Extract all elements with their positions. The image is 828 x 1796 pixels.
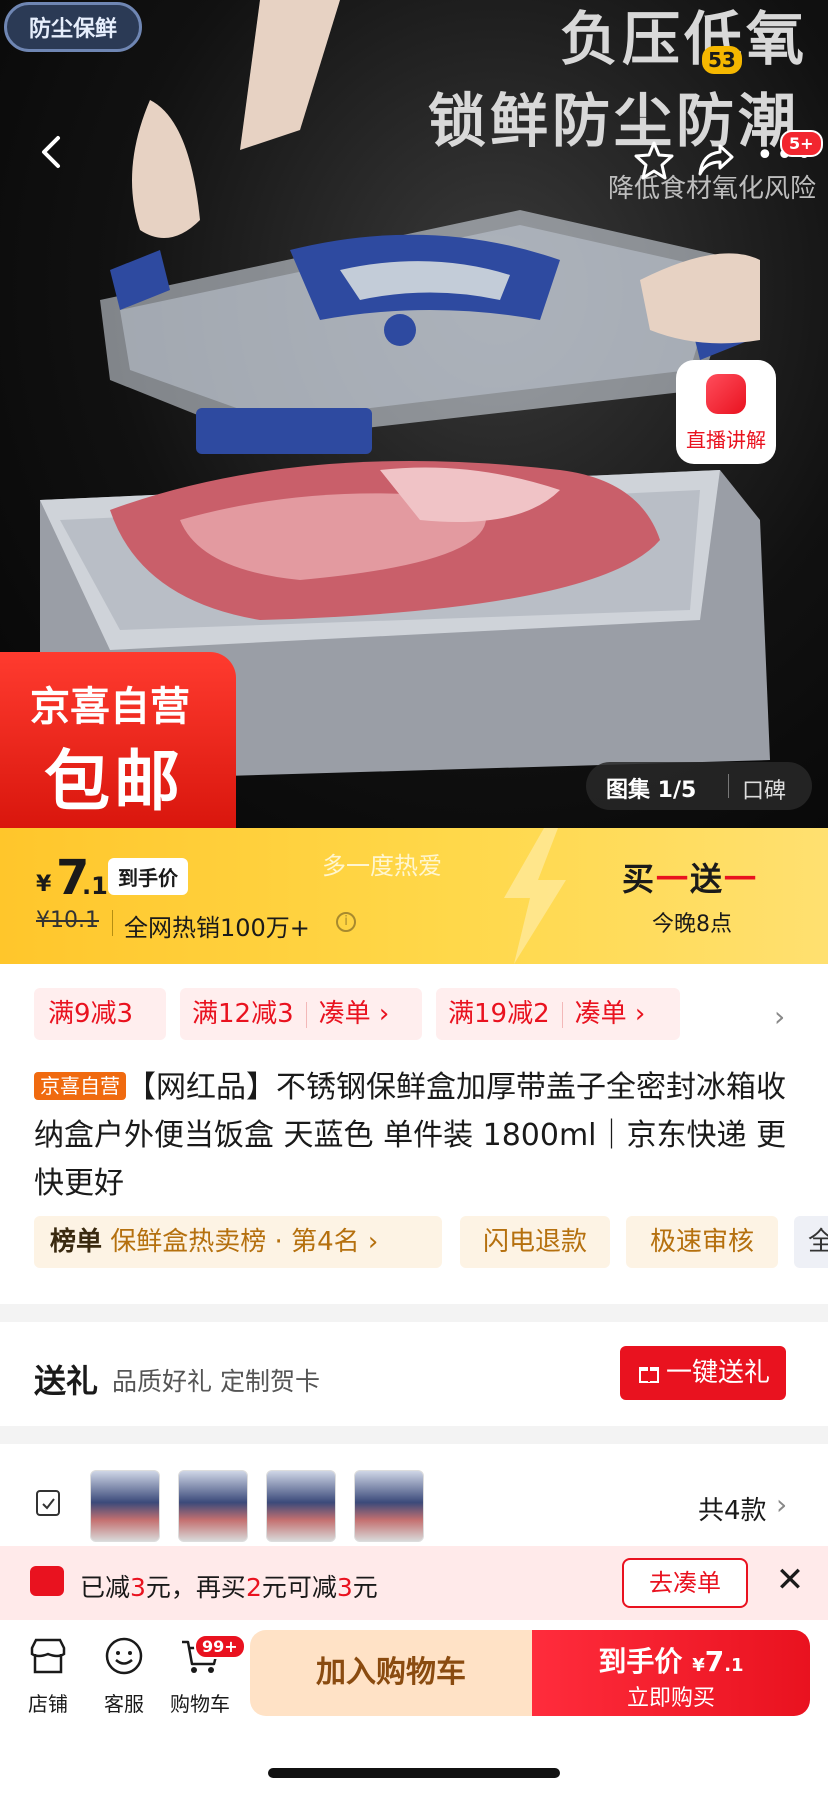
discount-value: 3 <box>336 1573 353 1602</box>
bogo-dash-1: 一 <box>656 860 691 898</box>
hero-headline: 负压低氧 <box>560 5 809 73</box>
add-to-cart-button[interactable]: 加入购物车 <box>250 1630 532 1716</box>
discount-part: 元可减 <box>261 1573 337 1602</box>
ranking-prefix: 榜单 <box>50 1227 103 1257</box>
promo-tag-free-shipping: 包邮 <box>44 743 184 820</box>
variant-thumbnail[interactable] <box>266 1470 336 1542</box>
bogo-start-time: 今晚8点 <box>652 912 732 937</box>
price-currency: ¥ <box>36 872 52 897</box>
feature-badge: 防尘保鲜 <box>4 2 143 52</box>
product-title: 京喜自营 【网红品】不锈钢保鲜盒加厚带盖子全密封冰箱收纳盒户外便当饭盒 天蓝色 单… <box>34 1064 804 1208</box>
ranking-text: 保鲜盒热卖榜 · 第4名 › <box>110 1227 379 1257</box>
product-image-gallery[interactable]: 防尘保鲜 负压低氧 锁鲜防尘防潮 降低食材氧化风险 53 ••• 5+ 直播讲解… <box>0 0 828 828</box>
tab-gallery[interactable]: 图集 1/5 <box>606 772 696 804</box>
coupon-action[interactable]: 凑单 › <box>319 999 390 1029</box>
coupon-ticket-icon <box>30 1566 64 1596</box>
share-icon[interactable] <box>696 140 736 180</box>
send-gift-label: 一键送礼 <box>666 1358 771 1388</box>
info-icon[interactable]: i <box>336 912 356 932</box>
final-price-tag: 到手价 <box>108 858 188 895</box>
hero-headline-2: 锁鲜防尘防潮 <box>428 87 801 155</box>
coupon-1[interactable]: 满9减3 <box>34 988 166 1040</box>
self-operated-promo-tag: 京喜自营 包邮 <box>0 652 236 828</box>
customer-service-button[interactable]: 客服 <box>92 1634 156 1717</box>
buy-now-price: 到手价 ¥7.1 <box>532 1640 810 1680</box>
cart-label: 购物车 <box>170 1692 230 1716</box>
bogo-get: 送 <box>690 860 725 898</box>
buy-price-label: 到手价 <box>598 1645 683 1678</box>
chevron-right-icon[interactable]: › <box>774 1000 794 1033</box>
section-divider <box>0 1304 828 1322</box>
lightning-bolt-icon <box>504 828 566 964</box>
close-icon[interactable]: ✕ <box>774 1563 806 1597</box>
variant-selector-icon <box>36 1490 60 1516</box>
cart-count-badge: 99+ <box>194 1634 246 1659</box>
message-count-badge: 5+ <box>780 130 823 157</box>
buy-one-get-one: 买一送一 <box>622 854 758 900</box>
gift-icon <box>639 1367 659 1383</box>
live-explain-label: 直播讲解 <box>686 428 766 452</box>
ranking-chip[interactable]: 榜单 保鲜盒热卖榜 · 第4名 › <box>34 1216 442 1268</box>
discount-value: 3 <box>130 1573 146 1602</box>
fast-review-chip[interactable]: 极速审核 <box>626 1216 778 1268</box>
coupon-label: 满12减3 <box>192 999 294 1029</box>
buy-price-dec: .1 <box>724 1655 744 1676</box>
coupon-divider <box>305 1001 307 1028</box>
price-divider <box>112 910 113 936</box>
gift-section-desc: 品质好礼 定制贺卡 <box>112 1367 320 1396</box>
buy-price-yen: ¥ <box>692 1655 705 1676</box>
discount-value: 2 <box>245 1573 262 1602</box>
self-operated-tag: 京喜自营 <box>34 1072 126 1100</box>
store-icon <box>30 1638 66 1674</box>
live-explain-button[interactable]: 直播讲解 <box>676 360 776 464</box>
gift-section-title: 送礼 <box>34 1362 99 1400</box>
variant-thumbnail[interactable] <box>90 1470 160 1542</box>
buy-now-button[interactable]: 到手价 ¥7.1 立即购买 <box>532 1630 810 1716</box>
coupon-3[interactable]: 满19减2 凑单 › <box>436 988 680 1040</box>
section-divider <box>0 1426 828 1444</box>
tab-reviews[interactable]: 口碑 <box>742 773 786 805</box>
bogo-dash-2: 一 <box>724 860 759 898</box>
coupon-2[interactable]: 满12减3 凑单 › <box>180 988 422 1040</box>
buy-price-int: 7 <box>704 1645 725 1678</box>
coupon-action[interactable]: 凑单 › <box>575 999 646 1029</box>
favorite-star-icon[interactable] <box>634 140 674 180</box>
service-chip-partial[interactable]: 全 <box>794 1216 828 1268</box>
smile-chat-icon <box>105 1637 143 1675</box>
discount-banner: 已减3元，再买2元可减3元 去凑单 ✕ <box>0 1546 828 1620</box>
tab-divider <box>728 774 729 798</box>
coupon-label: 满9减3 <box>48 999 134 1029</box>
discount-part: 元 <box>352 1573 378 1602</box>
live-chart-icon <box>706 374 746 414</box>
bogo-buy: 买 <box>622 860 657 898</box>
coupon-divider <box>561 1001 563 1028</box>
send-gift-button[interactable]: 一键送礼 <box>620 1346 786 1400</box>
promo-tag-store: 京喜自营 <box>30 684 190 730</box>
go-add-items-button[interactable]: 去凑单 <box>622 1558 748 1608</box>
coupon-label: 满19减2 <box>448 999 550 1029</box>
discount-part: 元，再买 <box>145 1573 246 1602</box>
back-arrow-icon[interactable] <box>30 130 74 174</box>
product-title-text: 【网红品】不锈钢保鲜盒加厚带盖子全密封冰箱收纳盒户外便当饭盒 天蓝色 单件装 1… <box>34 1070 787 1201</box>
customer-service-label: 客服 <box>104 1692 144 1716</box>
price-decimal: .1 <box>82 872 108 900</box>
home-indicator <box>268 1768 560 1778</box>
variant-thumbnail[interactable] <box>178 1470 248 1542</box>
fast-refund-chip[interactable]: 闪电退款 <box>460 1216 610 1268</box>
chevron-right-icon[interactable]: › <box>776 1488 787 1521</box>
buy-now-label: 立即购买 <box>626 1686 715 1711</box>
gallery-tabs[interactable]: 图集 1/5 口碑 <box>586 762 812 810</box>
notification-badge: 53 <box>702 46 742 74</box>
price-banner: ¥ 7 .1 到手价 ¥10.1 全网热销100万+ i 多一度热爱 买一送一 … <box>0 828 828 964</box>
original-price: ¥10.1 <box>36 908 99 933</box>
discount-part: 已减 <box>80 1573 131 1602</box>
store-button[interactable]: 店铺 <box>16 1634 80 1717</box>
hot-sales-text: 全网热销100万+ <box>124 914 310 942</box>
campaign-slogan: 多一度热爱 <box>322 852 442 880</box>
store-label: 店铺 <box>28 1692 68 1716</box>
discount-text: 已减3元，再买2元可减3元 <box>80 1568 378 1604</box>
variant-thumbnail[interactable] <box>354 1470 424 1542</box>
variant-count[interactable]: 共4款 <box>698 1490 767 1527</box>
